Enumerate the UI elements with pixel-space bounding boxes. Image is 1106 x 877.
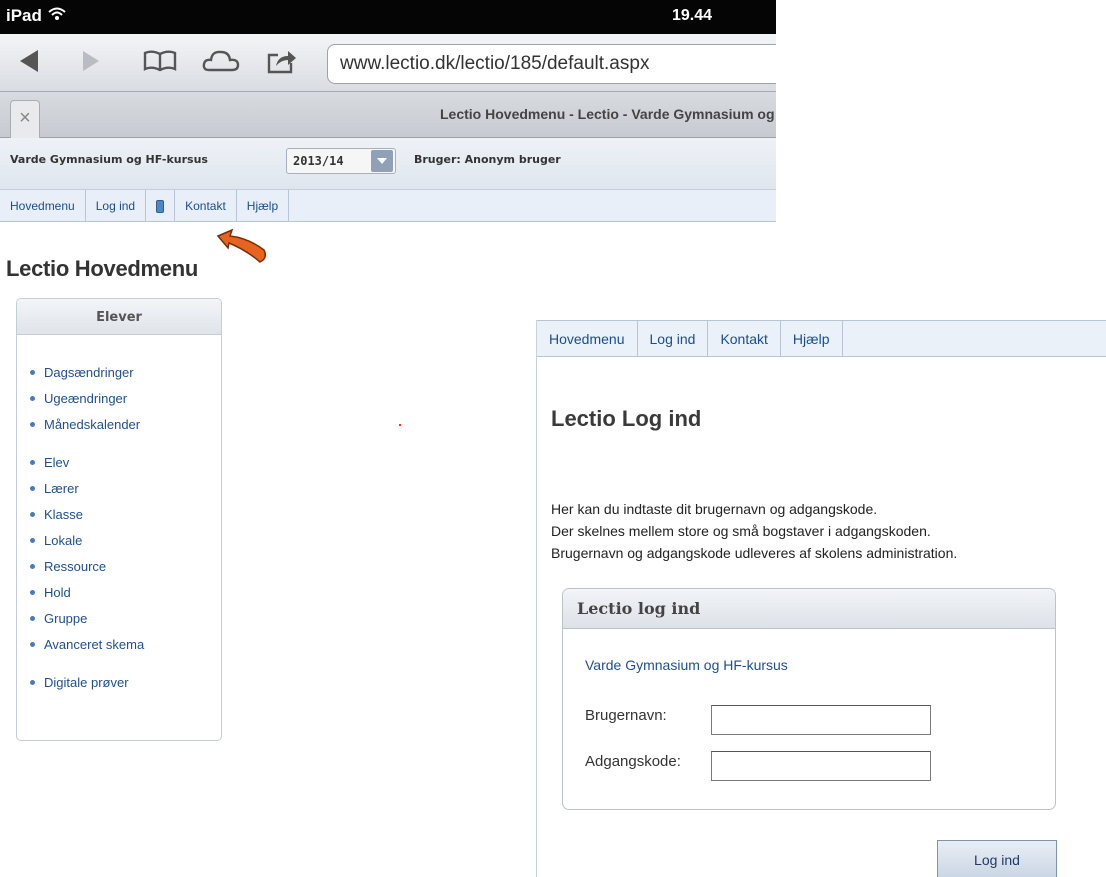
login-instructions: Her kan du indtaste dit brugernavn og ad…: [551, 498, 957, 564]
school-year-value: 2013/14: [293, 154, 344, 168]
status-time: 19.44: [672, 7, 713, 24]
link-lokale[interactable]: Lokale: [44, 533, 82, 548]
nav-hjaelp[interactable]: Hjælp: [237, 190, 290, 222]
elever-panel-title: Elever: [17, 299, 221, 335]
icloud-tabs-icon[interactable]: [202, 48, 240, 79]
mobile-icon: [156, 200, 165, 213]
forward-icon[interactable]: [80, 48, 102, 79]
hovedmenu-title: Lectio Hovedmenu: [6, 256, 199, 281]
bullet-icon: [30, 485, 35, 491]
password-field[interactable]: [711, 751, 931, 781]
list-item[interactable]: Elev: [29, 449, 219, 475]
bullet-icon: [30, 369, 35, 375]
bullet-icon: [30, 563, 35, 569]
login-school-name: Varde Gymnasium og HF-kursus: [585, 657, 788, 673]
link-ressource[interactable]: Ressource: [44, 559, 106, 574]
login-box-title: Lectio log ind: [563, 589, 1055, 629]
link-dagsaendringer[interactable]: Dagsændringer: [44, 365, 134, 380]
ipad-lectio-nav: Hovedmenu Log ind Kontakt Hjælp: [0, 190, 776, 222]
link-maanedskalender[interactable]: Månedskalender: [44, 417, 140, 432]
list-item[interactable]: Ressource: [29, 553, 219, 579]
bullet-icon: [30, 395, 35, 401]
safari-toolbar: www.lectio.dk/lectio/185/default.aspx: [0, 34, 776, 92]
bullet-icon: [30, 615, 35, 621]
list-item[interactable]: Avanceret skema: [29, 631, 219, 657]
wifi-icon: [48, 6, 66, 26]
bullet-icon: [30, 537, 35, 543]
nav-hjaelp[interactable]: Hjælp: [781, 321, 843, 356]
nav-hovedmenu[interactable]: Hovedmenu: [537, 321, 638, 356]
login-page: Hovedmenu Log ind Kontakt Hjælp Lectio L…: [536, 320, 1106, 877]
instruction-line: Her kan du indtaste dit brugernavn og ad…: [551, 501, 878, 517]
school-name: Varde Gymnasium og HF-kursus: [10, 153, 208, 166]
safari-tabbar: × Lectio Hovedmenu - Lectio - Varde Gymn…: [0, 92, 776, 138]
bullet-icon: [30, 679, 35, 685]
list-item[interactable]: Månedskalender: [29, 411, 219, 437]
nav-mobile[interactable]: [146, 190, 176, 222]
url-field[interactable]: www.lectio.dk/lectio/185/default.aspx: [327, 44, 776, 84]
list-item[interactable]: Lærer: [29, 475, 219, 501]
nav-kontakt[interactable]: Kontakt: [175, 190, 237, 222]
link-klasse[interactable]: Klasse: [44, 507, 83, 522]
nav-log-ind[interactable]: Log ind: [86, 190, 147, 222]
login-button[interactable]: Log ind: [937, 840, 1057, 877]
share-icon[interactable]: [266, 48, 298, 79]
school-year-select[interactable]: 2013/14: [286, 148, 396, 174]
bullet-icon: [30, 459, 35, 465]
ipad-screenshot: iPad 19.44 www.lectio.dk/lectio/185/defa…: [0, 0, 776, 240]
annotation-arrow-icon: [214, 228, 270, 273]
list-item[interactable]: Ugeændringer: [29, 385, 219, 411]
chevron-down-icon[interactable]: [371, 150, 393, 172]
list-item[interactable]: Hold: [29, 579, 219, 605]
bullet-icon: [30, 421, 35, 427]
username-label: Brugernavn:: [585, 707, 667, 724]
login-nav: Hovedmenu Log ind Kontakt Hjælp: [537, 320, 1106, 357]
bookmarks-book-icon[interactable]: [142, 48, 178, 79]
bullet-icon: [30, 589, 35, 595]
username-field[interactable]: [711, 705, 931, 735]
current-user: Bruger: Anonym bruger: [414, 153, 561, 166]
link-ugeaendringer[interactable]: Ugeændringer: [44, 391, 127, 406]
list-item[interactable]: Lokale: [29, 527, 219, 553]
password-label: Adgangskode:: [585, 753, 681, 770]
login-page-title: Lectio Log ind: [551, 406, 702, 431]
list-item[interactable]: Klasse: [29, 501, 219, 527]
login-form-box: Lectio log ind Varde Gymnasium og HF-kur…: [562, 588, 1056, 810]
link-avanceret-skema[interactable]: Avanceret skema: [44, 637, 144, 652]
back-icon[interactable]: [16, 48, 42, 79]
list-item[interactable]: Digitale prøver: [29, 669, 219, 695]
link-digitale-proever[interactable]: Digitale prøver: [44, 675, 129, 690]
nav-kontakt[interactable]: Kontakt: [708, 321, 781, 356]
device-label: iPad: [6, 6, 42, 25]
instruction-line: Brugernavn og adgangskode udleveres af s…: [551, 545, 958, 561]
nav-log-ind[interactable]: Log ind: [638, 321, 709, 356]
close-tab-icon[interactable]: ×: [10, 100, 40, 138]
list-item[interactable]: Dagsændringer: [29, 359, 219, 385]
link-hold[interactable]: Hold: [44, 585, 71, 600]
tab-title[interactable]: Lectio Hovedmenu - Lectio - Varde Gymnas…: [440, 106, 776, 122]
instruction-line: Der skelnes mellem store og små bogstave…: [551, 523, 931, 539]
bullet-icon: [30, 511, 35, 517]
link-elev[interactable]: Elev: [44, 455, 69, 470]
list-item[interactable]: Gruppe: [29, 605, 219, 631]
ios-status-bar: iPad 19.44: [0, 0, 776, 34]
link-laerer[interactable]: Lærer: [44, 481, 79, 496]
nav-hovedmenu[interactable]: Hovedmenu: [0, 190, 86, 222]
lectio-header: Varde Gymnasium og HF-kursus 2013/14 Bru…: [0, 138, 776, 190]
stray-dot: [399, 424, 401, 426]
bullet-icon: [30, 641, 35, 647]
link-gruppe[interactable]: Gruppe: [44, 611, 87, 626]
elever-link-list: Dagsændringer Ugeændringer Månedskalende…: [29, 359, 219, 695]
elever-panel: Elever Dagsændringer Ugeændringer Måneds…: [16, 298, 222, 741]
